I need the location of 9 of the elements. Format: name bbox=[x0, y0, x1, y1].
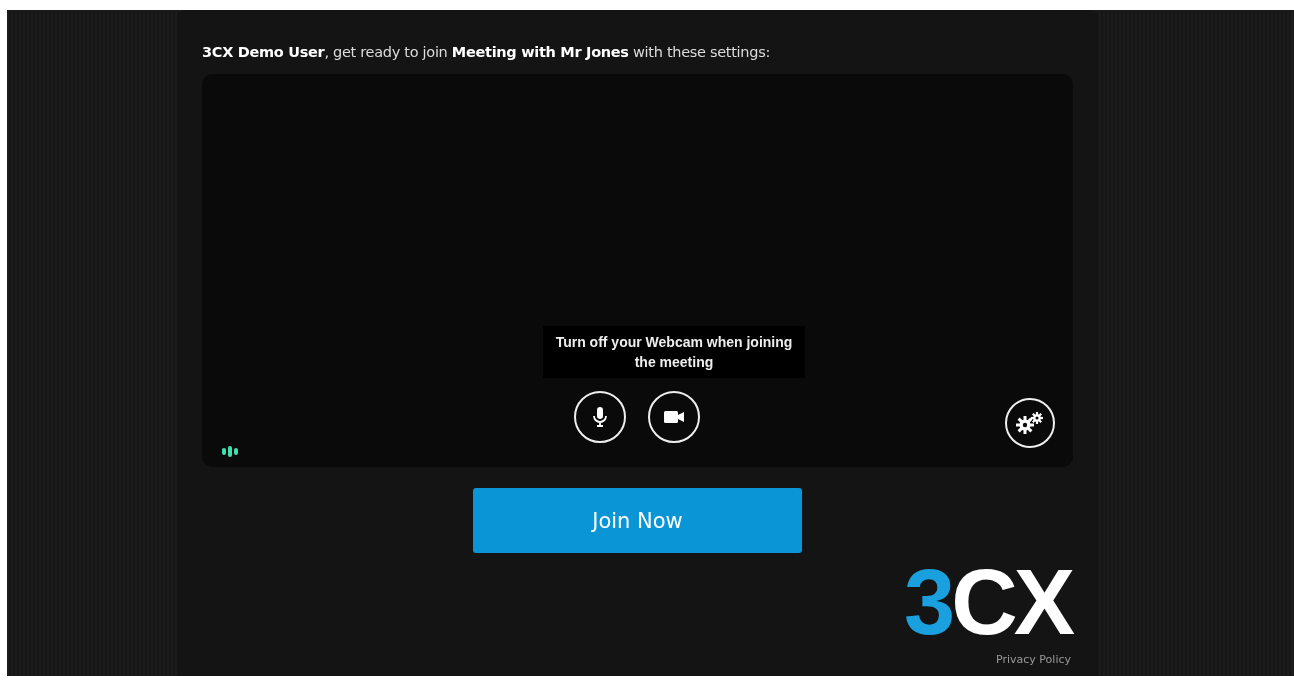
heading-text: 3CX Demo User, get ready to join Meeting with Mr Jones with these settings: bbox=[202, 44, 771, 60]
settings-button[interactable] bbox=[1005, 398, 1055, 448]
microphone-button[interactable] bbox=[574, 391, 626, 443]
logo: 3CX bbox=[904, 561, 1071, 643]
tooltip: Turn off your Webcam when joining the meeting bbox=[543, 326, 805, 378]
privacy-policy-link[interactable]: Privacy Policy bbox=[996, 653, 1071, 666]
settings-icon bbox=[1015, 411, 1045, 435]
audio-level-icon bbox=[222, 446, 238, 457]
camera-button[interactable] bbox=[648, 391, 700, 443]
